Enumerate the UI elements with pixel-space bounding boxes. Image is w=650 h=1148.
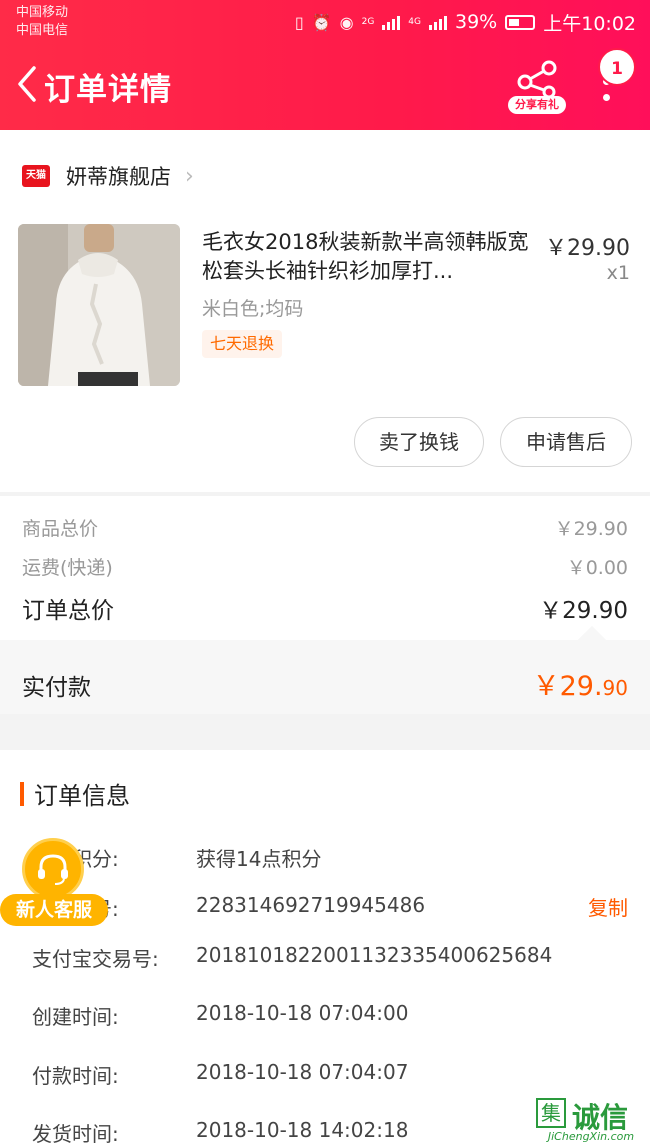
battery-percent: 39% <box>455 11 498 33</box>
signal-icon <box>382 14 401 30</box>
vibrate-icon: ▯ <box>294 12 304 32</box>
network-4g: 4G <box>408 17 421 27</box>
created-time-value: 2018-10-18 07:04:00 <box>196 1001 409 1025</box>
shipped-time-value: 2018-10-18 14:02:18 <box>196 1118 409 1142</box>
eye-icon: ◉ <box>339 12 354 32</box>
signal-icon-2 <box>429 14 447 30</box>
product-spec: 米白色;均码 <box>202 298 304 320</box>
page-title: 订单详情 <box>44 72 172 108</box>
order-info-title: 订单信息 <box>20 776 130 811</box>
order-total-row: 订单总价 ￥29.90 <box>22 591 628 625</box>
headset-icon <box>38 854 68 885</box>
share-icon <box>517 60 557 98</box>
app-header: 中国移动 中国电信 ▯ ⏰ ◉ 2G 4G 39% 上午10:02 订单详情 分… <box>0 0 650 130</box>
goods-total-label: 商品总价 <box>22 518 99 540</box>
paid-value: ￥29.90 <box>533 664 628 703</box>
copy-order-no-button[interactable]: 复制 <box>588 892 628 921</box>
goods-total-value: ￥29.90 <box>554 518 628 540</box>
paid-label: 实付款 <box>22 675 91 701</box>
alarm-icon: ⏰ <box>311 12 332 32</box>
back-button[interactable] <box>10 62 44 106</box>
store-link[interactable]: 天猫 妍蒂旗舰店 › <box>22 162 194 190</box>
carrier-1: 中国移动 <box>16 5 69 20</box>
shipping-row: 运费(快递) ￥0.00 <box>22 553 628 580</box>
watermark-logo: 集 <box>536 1098 566 1128</box>
return-policy-tag: 七天退换 <box>202 330 283 358</box>
product-quantity: x1 <box>606 262 630 284</box>
clock: 上午10:02 <box>543 12 636 35</box>
paid-value-cents: 90 <box>602 676 628 700</box>
created-time-label: 创建时间: <box>32 1005 119 1029</box>
chevron-right-icon: › <box>185 163 194 189</box>
shipping-value: ￥0.00 <box>566 557 628 579</box>
customer-service-button[interactable]: 新人客服 <box>0 838 110 928</box>
share-button[interactable]: 分享有礼 <box>508 60 566 118</box>
points-value: 获得14点积分 <box>196 847 322 871</box>
order-total-value: ￥29.90 <box>539 598 628 624</box>
resell-button[interactable]: 卖了换钱 <box>354 417 484 467</box>
order-no-value: 228314692719945486 <box>196 893 426 917</box>
nav-bar: 订单详情 分享有礼 <box>0 56 650 120</box>
carrier-2: 中国电信 <box>16 23 69 38</box>
chevron-left-icon <box>18 66 36 102</box>
watermark-url: JiChengXin.com <box>547 1130 635 1143</box>
paid-time-value: 2018-10-18 07:04:07 <box>196 1060 409 1084</box>
product-price: ￥29.90 <box>545 236 630 261</box>
alipay-no-label: 支付宝交易号: <box>32 947 159 971</box>
carrier-info: 中国移动 中国电信 <box>16 4 68 40</box>
network-2g: 2G <box>361 17 375 27</box>
store-name: 妍蒂旗舰店 <box>66 165 171 189</box>
watermark: 集 诚信 JiChengXin.com <box>532 1096 650 1148</box>
paid-time-label: 付款时间: <box>32 1064 119 1088</box>
message-badge[interactable]: 1 <box>598 48 636 86</box>
battery-icon <box>505 14 536 30</box>
goods-total-row: 商品总价 ￥29.90 <box>22 514 628 541</box>
customer-service-label: 新人客服 <box>0 894 108 926</box>
section-accent-bar <box>20 781 24 806</box>
order-total-label: 订单总价 <box>22 598 114 624</box>
status-icons: ▯ ⏰ ◉ 2G 4G 39% 上午10:02 <box>295 9 636 35</box>
status-bar: 中国移动 中国电信 ▯ ⏰ ◉ 2G 4G 39% 上午10:02 <box>0 0 650 44</box>
paid-value-main: ￥29. <box>532 671 603 702</box>
more-dot-icon <box>603 94 610 101</box>
after-sale-button[interactable]: 申请售后 <box>500 417 632 467</box>
sweater-photo-icon <box>18 224 180 386</box>
order-info-heading: 订单信息 <box>34 782 130 810</box>
alipay-no-value: 2018101822001132335400625684 <box>196 943 553 967</box>
share-label: 分享有礼 <box>508 96 566 114</box>
tmall-icon: 天猫 <box>22 165 50 187</box>
product-image[interactable] <box>18 224 180 386</box>
headset-circle <box>22 838 84 900</box>
shipping-label: 运费(快递) <box>22 557 113 579</box>
product-title[interactable]: 毛衣女2018秋装新款半高领韩版宽松套头长袖针织衫加厚打... <box>202 228 532 286</box>
shipped-time-label: 发货时间: <box>32 1122 119 1146</box>
